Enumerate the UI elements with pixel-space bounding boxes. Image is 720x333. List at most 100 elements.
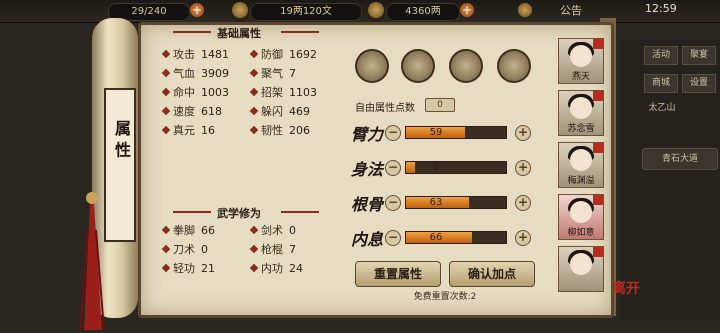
martial-value: 0 [289,224,296,237]
increase-button[interactable]: + [515,195,531,211]
stat-row: 速度 618 [161,104,249,120]
attribute-value: 66 [429,232,443,243]
meridian-icon[interactable] [497,49,531,83]
stat-bullet [161,225,171,235]
stat-bullet [249,244,259,254]
stat-row: 命中 1003 [161,85,249,101]
hat-icon[interactable] [355,49,389,83]
stat-row: 招架 1103 [249,85,337,101]
notice-button[interactable]: 公告 [560,2,582,18]
increase-button[interactable]: + [515,125,531,141]
character-avatar [570,97,592,119]
reset-attributes-button[interactable]: 重置属性 [355,261,441,287]
character-avatar [570,253,592,275]
stat-label: 命中 [173,86,195,99]
add-gold-button[interactable]: + [460,3,474,17]
leave-button[interactable]: 离开 [612,278,640,298]
character-card[interactable]: 燕天 [558,38,604,84]
character-name: 苏念雪 [567,124,595,134]
character-card[interactable]: 梅渊溢 [558,142,604,188]
stat-row: 韧性 206 [249,123,337,139]
martial-label: 剑术 [261,224,283,237]
divider-left [173,31,211,33]
martial-row: 枪棍 7 [249,242,337,258]
attribute-bar: 63 [405,196,507,209]
taiji-icon[interactable] [449,49,483,83]
attribute-panel: 基础属性 攻击 1481 防御 1692 气血 3909 聚气 7 命中 1003 招架 1103 速度… [138,22,614,318]
quest-tracker[interactable]: 青石大道 [642,148,718,170]
martial-label: 轻功 [173,262,195,275]
stat-value: 618 [201,105,222,118]
stat-bullet [161,244,171,254]
gold-counter: 4360两 [386,3,460,21]
divider-right [281,31,319,33]
attribute-bar: 59 [405,126,507,139]
menu-feast[interactable]: 聚宴 [682,46,716,65]
add-stamina-button[interactable]: + [190,3,204,17]
character-card[interactable]: 柳如意 [558,194,604,240]
stat-value: 469 [289,105,310,118]
mail-icon[interactable] [518,3,532,17]
increase-button[interactable]: + [515,160,531,176]
confirm-points-button[interactable]: 确认加点 [449,261,535,287]
menu-shop[interactable]: 商城 [644,74,678,93]
free-reset-count: 免费重置次数:2 [413,292,477,302]
silver-icon [232,2,248,18]
increase-button[interactable]: + [515,230,531,246]
stat-bullet [249,68,259,78]
clock: 12:59 [645,2,677,15]
character-card[interactable] [558,246,604,292]
decrease-button[interactable]: − [385,195,401,211]
divider-left [173,211,211,213]
stat-value: 3909 [201,67,229,80]
tassel-decoration [79,192,105,330]
menu-activity[interactable]: 活动 [644,46,678,65]
attribute-value: 59 [429,127,443,138]
stat-row: 聚气 7 [249,66,337,82]
attribute-value: 63 [429,197,443,208]
character-avatar [570,45,592,67]
attribute-value: 9 [432,162,440,173]
martial-value: 7 [289,243,296,256]
silver-counter: 19两120文 [250,3,362,21]
character-card[interactable]: 苏念雪 [558,90,604,136]
martial-title: 武学修为 [217,207,261,220]
stat-bullet [161,125,171,135]
stat-bullet [161,49,171,59]
stat-bullet [249,106,259,116]
stat-row: 防御 1692 [249,47,337,63]
martial-row: 拳脚 66 [161,223,249,239]
basic-attributes-title: 基础属性 [217,27,261,40]
attribute-bar: 9 [405,161,507,174]
stat-value: 1003 [201,86,229,99]
stat-value: 1692 [289,48,317,61]
martial-row: 剑术 0 [249,223,337,239]
flag-icon [593,143,603,153]
stat-bullet [249,49,259,59]
character-avatar [570,201,592,223]
flag-icon [593,195,603,205]
stat-row: 躲闪 469 [249,104,337,120]
martial-value: 21 [201,262,215,275]
stat-row: 攻击 1481 [161,47,249,63]
stat-label: 气血 [173,67,195,80]
decrease-button[interactable]: − [385,230,401,246]
martial-label: 内功 [261,262,283,275]
free-points-value: 0 [425,98,455,112]
stat-value: 206 [289,124,310,137]
stat-bullet [161,68,171,78]
stat-value: 1481 [201,48,229,61]
attribute-label: 内息 [351,230,384,249]
stat-bullet [249,125,259,135]
stat-label: 速度 [173,105,195,118]
decrease-button[interactable]: − [385,125,401,141]
armor-icon[interactable] [401,49,435,83]
stat-label: 躲闪 [261,105,283,118]
menu-settings[interactable]: 设置 [682,74,716,93]
martial-value: 66 [201,224,215,237]
stat-label: 真元 [173,124,195,137]
decrease-button[interactable]: − [385,160,401,176]
martial-label: 枪棍 [261,243,283,256]
martial-value: 24 [289,262,303,275]
stat-bullet [161,87,171,97]
